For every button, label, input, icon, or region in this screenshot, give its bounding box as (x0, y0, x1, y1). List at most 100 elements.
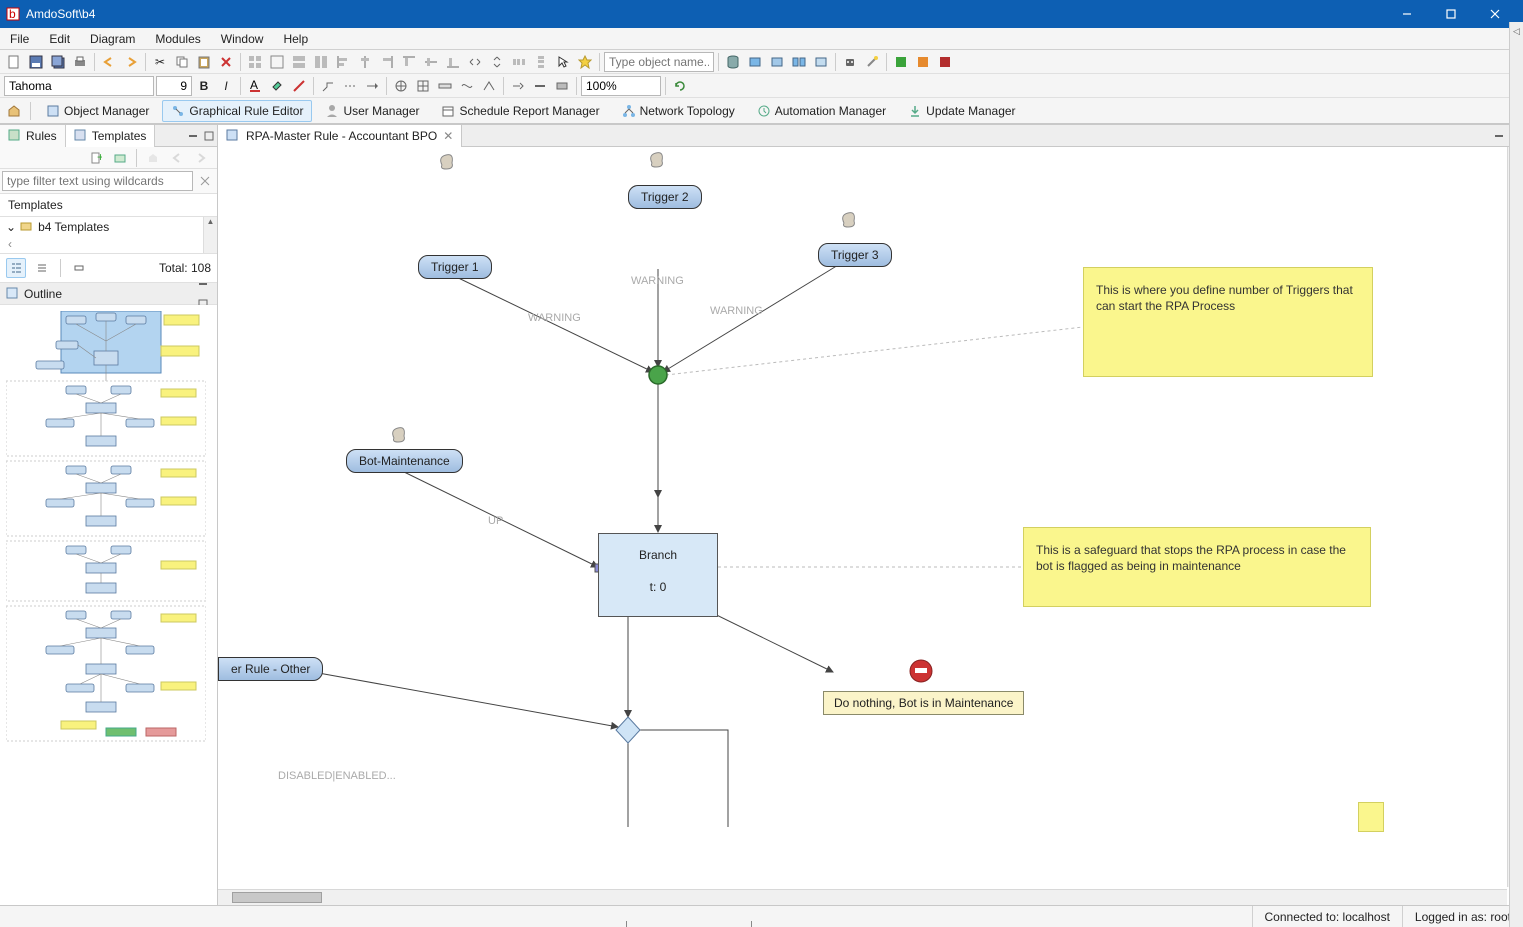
diagram-canvas[interactable]: Trigger 1 Trigger 2 Trigger 3 Bot-Mainte… (218, 147, 1523, 905)
tab-user-manager[interactable]: User Manager (316, 100, 428, 122)
module1-icon[interactable] (745, 52, 765, 72)
lp-import-icon[interactable] (110, 148, 130, 168)
snap-icon[interactable] (391, 76, 411, 96)
font-color-icon[interactable]: A (245, 76, 265, 96)
horizontal-scrollbar[interactable] (218, 889, 1507, 905)
fill-dd-icon[interactable] (552, 76, 572, 96)
connector2-icon[interactable] (479, 76, 499, 96)
grid-toggle-icon[interactable] (413, 76, 433, 96)
status-orange-icon[interactable] (913, 52, 933, 72)
flat-view-icon[interactable] (32, 258, 52, 278)
menu-edit[interactable]: Edit (39, 28, 80, 49)
status-green-icon[interactable] (891, 52, 911, 72)
tab-automation-manager[interactable]: Automation Manager (748, 100, 895, 122)
lp-forward-icon[interactable] (191, 148, 211, 168)
tab-object-manager[interactable]: Object Manager (37, 100, 158, 122)
align-left-icon[interactable] (333, 52, 353, 72)
close-tab-icon[interactable]: ✕ (443, 129, 453, 143)
lp-tab-rules[interactable]: Rules (0, 125, 66, 147)
outline-view[interactable] (0, 305, 217, 905)
db-icon[interactable] (723, 52, 743, 72)
module2-icon[interactable] (767, 52, 787, 72)
node-branch[interactable]: Branch t: 0 (598, 533, 718, 617)
menu-diagram[interactable]: Diagram (80, 28, 145, 49)
maximize-button[interactable] (1429, 0, 1473, 28)
router-icon[interactable] (318, 76, 338, 96)
arrow-dd-icon[interactable] (508, 76, 528, 96)
node-trigger-1[interactable]: Trigger 1 (418, 255, 492, 279)
italic-icon[interactable]: I (216, 76, 236, 96)
distribute-h-icon[interactable] (509, 52, 529, 72)
menu-file[interactable]: File (0, 28, 39, 49)
font-size-input[interactable] (156, 76, 192, 96)
align-middle-icon[interactable] (421, 52, 441, 72)
layout2-icon[interactable] (289, 52, 309, 72)
filter-input[interactable] (2, 171, 193, 191)
line-style-icon[interactable] (340, 76, 360, 96)
bold-icon[interactable]: B (194, 76, 214, 96)
line-dd-icon[interactable] (530, 76, 550, 96)
copy-icon[interactable] (172, 52, 192, 72)
refresh-icon[interactable] (670, 76, 690, 96)
tab-network-topology[interactable]: Network Topology (613, 100, 744, 122)
tab-schedule-report-manager[interactable]: Schedule Report Manager (432, 100, 608, 122)
arrow-style-icon[interactable] (362, 76, 382, 96)
outline-minimize-icon[interactable] (195, 274, 211, 294)
editor-tab-rpa-master[interactable]: RPA-Master Rule - Accountant BPO ✕ (218, 125, 462, 147)
distribute-v-icon[interactable] (531, 52, 551, 72)
same-width-icon[interactable] (465, 52, 485, 72)
collapse-all-icon[interactable] (69, 258, 89, 278)
grid-icon[interactable] (245, 52, 265, 72)
zoom-input[interactable] (581, 76, 661, 96)
template-tree[interactable]: ⌄ b4 Templates ‹ › ▲ (0, 217, 217, 254)
paste-icon[interactable] (194, 52, 214, 72)
same-height-icon[interactable] (487, 52, 507, 72)
lp-new-icon[interactable]: + (86, 148, 106, 168)
module3-icon[interactable] (789, 52, 809, 72)
delete-icon[interactable] (216, 52, 236, 72)
bot-icon[interactable] (840, 52, 860, 72)
tree-scroll-up-icon[interactable]: ▲ (204, 217, 217, 226)
sticky-safeguard[interactable]: This is a safeguard that stops the RPA p… (1023, 527, 1371, 607)
lp-minimize-icon[interactable] (185, 126, 201, 146)
node-trigger-2[interactable]: Trigger 2 (628, 185, 702, 209)
fill-color-icon[interactable] (267, 76, 287, 96)
object-name-input[interactable] (604, 52, 714, 72)
pointer-icon[interactable] (553, 52, 573, 72)
palette-expand-icon[interactable]: ◁ (1510, 22, 1523, 37)
align-center-icon[interactable] (355, 52, 375, 72)
align-top-icon[interactable] (399, 52, 419, 72)
menu-modules[interactable]: Modules (145, 28, 210, 49)
save-all-icon[interactable] (48, 52, 68, 72)
redo-icon[interactable] (121, 52, 141, 72)
editor-minimize-icon[interactable] (1491, 126, 1507, 146)
node-rule-other[interactable]: er Rule - Other (218, 657, 323, 681)
node-bot-maintenance[interactable]: Bot-Maintenance (346, 449, 463, 473)
menu-window[interactable]: Window (211, 28, 274, 49)
home-icon[interactable] (4, 101, 24, 121)
new-icon[interactable] (4, 52, 24, 72)
tab-graphical-rule-editor[interactable]: Graphical Rule Editor (162, 100, 312, 122)
clear-filter-icon[interactable] (195, 171, 215, 191)
outline-minimap[interactable] (6, 311, 206, 761)
sticky-peek[interactable] (1358, 802, 1384, 832)
lp-tab-templates[interactable]: Templates (66, 125, 156, 147)
ruler-icon[interactable] (435, 76, 455, 96)
scroll-left-icon[interactable]: ‹ (8, 237, 12, 251)
align-right-icon[interactable] (377, 52, 397, 72)
node-bot-maintenance-msg[interactable]: Do nothing, Bot is in Maintenance (823, 691, 1024, 715)
layout3-icon[interactable] (311, 52, 331, 72)
font-name-input[interactable] (4, 76, 154, 96)
save-icon[interactable] (26, 52, 46, 72)
tree-view-icon[interactable] (6, 258, 26, 278)
wand-icon[interactable] (862, 52, 882, 72)
lp-back-icon[interactable] (167, 148, 187, 168)
lp-home-icon[interactable] (143, 148, 163, 168)
cut-icon[interactable]: ✂ (150, 52, 170, 72)
print-icon[interactable] (70, 52, 90, 72)
status-red-icon[interactable] (935, 52, 955, 72)
minimize-button[interactable] (1385, 0, 1429, 28)
menu-help[interactable]: Help (273, 28, 318, 49)
undo-icon[interactable] (99, 52, 119, 72)
star-icon[interactable] (575, 52, 595, 72)
